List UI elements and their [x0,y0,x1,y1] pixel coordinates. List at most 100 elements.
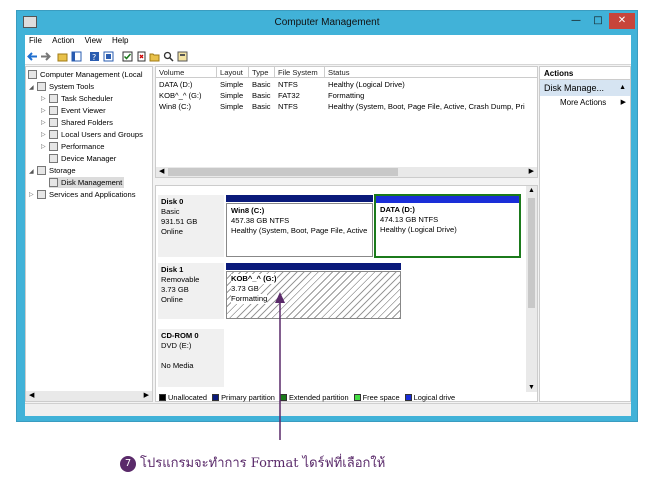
menu-action[interactable]: Action [48,35,78,46]
computer-icon [28,70,37,79]
open-folder-icon[interactable] [149,51,160,62]
check-disk-icon[interactable] [122,51,133,62]
menu-file[interactable]: File [25,35,46,46]
performance-icon [49,142,58,151]
tree-item-local-users-and-groups[interactable]: Local Users and Groups [49,129,143,140]
forward-arrow-icon[interactable] [40,51,51,62]
scrollbar-thumb[interactable] [168,168,398,176]
tree-item-disk-management[interactable]: Disk Management [49,177,125,188]
logical-drive-bar [376,196,519,203]
scrollbar-thumb[interactable] [528,198,535,308]
collapse-toggle-icon[interactable]: ◢ [29,84,34,91]
primary-partition-bar [226,195,373,202]
tree-item-services-and-applications[interactable]: Services and Applications [37,189,136,200]
legend-swatch [159,394,166,401]
navigation-tree: Computer Management (Local ◢ System Tool… [25,66,153,402]
caption-text: โปรแกรมจะทำการ Format ไดร์ฟที่เลือกให้ [140,456,386,471]
more-actions-item[interactable]: More Actions ▶ [540,96,630,109]
table-row[interactable]: KOB^_^ (G:) Simple Basic FAT32 Formattin… [156,90,537,101]
svg-text:?: ? [92,53,96,62]
legend-swatch [404,394,412,401]
legend: Unallocated Primary partition Extended p… [156,393,537,403]
scroll-right-icon[interactable]: ▶ [529,167,534,175]
scroll-left-icon[interactable]: ◀ [29,391,34,399]
menu-help[interactable]: Help [108,35,132,46]
expand-toggle-icon[interactable]: ▷ [41,131,46,138]
folder-icon [49,118,58,127]
minimize-button[interactable]: — [565,13,587,29]
disk-map-vertical-scrollbar[interactable]: ▲ ▼ [526,186,537,392]
scroll-down-icon[interactable]: ▼ [528,384,535,391]
services-icon [37,190,46,199]
collapse-toggle-icon[interactable]: ◢ [29,168,34,175]
disk0-label[interactable]: Disk 0 Basic 931.51 GB Online [158,195,224,257]
step-number-badge: 7 [120,456,136,472]
up-folder-icon[interactable] [57,51,68,62]
column-header-layout[interactable]: Layout [217,67,249,78]
table-row[interactable]: Win8 (C:) Simple Basic NTFS Healthy (Sys… [156,101,537,112]
toolbar: ? [25,48,631,65]
scroll-left-icon[interactable]: ◀ [159,167,164,175]
column-header-volume[interactable]: Volume [156,67,217,78]
expand-toggle-icon[interactable]: ▷ [41,143,46,150]
primary-partition-bar [226,263,401,270]
tree-item-task-scheduler[interactable]: Task Scheduler [49,93,113,104]
expand-toggle-icon[interactable]: ▷ [29,191,34,198]
status-bar [25,403,631,416]
partition-kob-g[interactable]: KOB^_^ (G:) 3.73 GB Formatting [226,271,401,319]
scroll-right-icon[interactable]: ▶ [144,391,149,399]
window: Computer Management — □ ✕ File Action Vi… [16,10,638,422]
tree-item-computer-management[interactable]: Computer Management (Local [28,69,143,80]
caption: 7 โปรแกรมจะทำการ Format ไดร์ฟที่เลือกให้ [120,452,385,473]
event-viewer-icon [49,106,58,115]
storage-icon [37,166,46,175]
tree-item-storage[interactable]: Storage [37,165,76,176]
delete-icon[interactable] [136,51,147,62]
help-icon[interactable]: ? [89,51,100,62]
disk-map: Disk 0 Basic 931.51 GB Online Win8 (C:) … [155,185,538,402]
window-title: Computer Management [274,17,380,28]
tree-item-shared-folders[interactable]: Shared Folders [49,117,113,128]
maximize-button[interactable]: □ [587,13,609,29]
collapse-icon[interactable]: ▲ [619,80,626,96]
disk1-label[interactable]: Disk 1 Removable 3.73 GB Online [158,263,224,319]
actions-section-disk-management[interactable]: Disk Manage... ▲ [540,80,630,96]
partition-data-d[interactable]: DATA (D:) 474.13 GB NTFS Healthy (Logica… [374,194,521,258]
expand-toggle-icon[interactable]: ▷ [41,107,46,114]
properties-icon[interactable] [103,51,114,62]
expand-toggle-icon[interactable]: ▷ [41,95,46,102]
legend-swatch [353,394,361,401]
cdrom-label[interactable]: CD-ROM 0 DVD (E:) No Media [158,329,224,387]
tree-item-performance[interactable]: Performance [49,141,104,152]
tree-item-system-tools[interactable]: System Tools [37,81,94,92]
tree-item-event-viewer[interactable]: Event Viewer [49,105,106,116]
actions-header: Actions [540,67,630,80]
column-header-status[interactable]: Status [325,67,537,78]
partition-win8-c[interactable]: Win8 (C:) 457.38 GB NTFS Healthy (System… [226,203,373,257]
volume-list-horizontal-scrollbar[interactable]: ◀ ▶ [156,167,537,177]
title-bar: Computer Management — □ ✕ [17,11,637,36]
volume-list: Volume Layout Type File System Status DA… [155,66,538,178]
menu-bar: File Action View Help [25,35,631,48]
device-manager-icon [49,154,58,163]
actions-pane: Actions Disk Manage... ▲ More Actions ▶ [539,66,631,402]
back-arrow-icon[interactable] [27,51,38,62]
expand-toggle-icon[interactable]: ▷ [41,119,46,126]
search-icon[interactable] [163,51,174,62]
column-header-type[interactable]: Type [249,67,275,78]
client-area: File Action View Help ? Computer Managem… [25,35,631,416]
submenu-arrow-icon: ▶ [620,99,626,106]
disk-icon [49,178,58,187]
legend-swatch [212,394,220,401]
tools-icon [37,82,46,91]
show-tree-icon[interactable] [71,51,82,62]
table-row[interactable]: DATA (D:) Simple Basic NTFS Healthy (Log… [156,79,537,90]
tree-item-device-manager[interactable]: Device Manager [49,153,116,164]
scroll-up-icon[interactable]: ▲ [528,187,535,194]
menu-view[interactable]: View [81,35,106,46]
tree-horizontal-scrollbar[interactable]: ◀ ▶ [26,391,152,401]
users-icon [49,130,58,139]
settings-icon[interactable] [177,51,188,62]
close-button[interactable]: ✕ [609,13,635,29]
column-header-file-system[interactable]: File System [275,67,325,78]
